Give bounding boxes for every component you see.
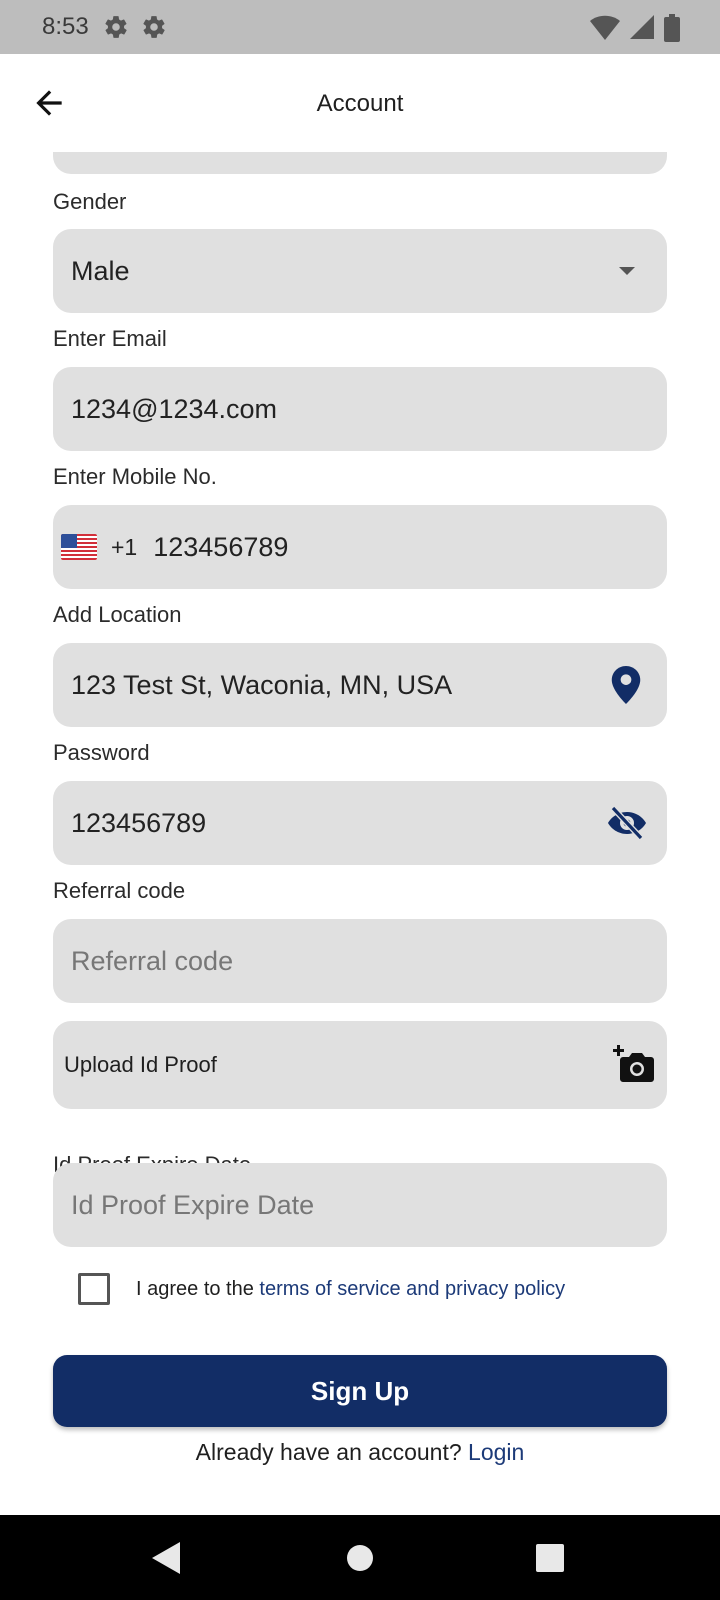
nav-back-button[interactable] [127, 1515, 207, 1600]
mobile-value: 123456789 [153, 531, 289, 562]
password-value: 123456789 [71, 807, 207, 838]
location-field[interactable]: 123 Test St, Waconia, MN, USA [53, 643, 667, 727]
signup-form[interactable]: Gender Male Enter Email 1234@1234.com En… [0, 152, 720, 1515]
terms-prefix: I agree to the [136, 1277, 260, 1300]
referral-label: Referral code [53, 878, 186, 903]
terms-row: I agree to the terms of service and priv… [78, 1273, 565, 1305]
signal-icon [630, 15, 654, 39]
location-label: Add Location [53, 602, 182, 627]
status-time: 8:53 [42, 13, 89, 40]
mobile-field[interactable]: +1 123456789 [53, 505, 667, 589]
previous-field[interactable] [53, 152, 667, 174]
gender-select[interactable]: Male [53, 229, 667, 313]
nav-recents-icon [536, 1543, 564, 1572]
dial-code[interactable]: +1 [111, 534, 137, 561]
email-field[interactable]: 1234@1234.com [53, 367, 667, 451]
email-label: Enter Email [53, 326, 167, 351]
login-link[interactable]: Login [468, 1439, 524, 1465]
login-prompt: Already have an account? [195, 1439, 469, 1465]
app-bar: Account [0, 54, 720, 152]
gender-label: Gender [53, 189, 127, 214]
gender-value: Male [71, 255, 130, 286]
referral-field[interactable]: Referral code [53, 919, 667, 1003]
nav-home-button[interactable] [320, 1515, 400, 1600]
email-value: 1234@1234.com [71, 393, 278, 424]
upload-id-proof[interactable]: Upload Id Proof [53, 1021, 667, 1109]
battery-icon [664, 14, 680, 42]
add-photo-icon[interactable] [613, 1045, 657, 1085]
referral-placeholder: Referral code [71, 945, 234, 976]
upload-id-label: Upload Id Proof [64, 1052, 217, 1077]
expire-date-field[interactable]: Id Proof Expire Date [53, 1163, 667, 1247]
wifi-icon [590, 15, 620, 40]
terms-link[interactable]: terms of service and privacy policy [259, 1278, 565, 1300]
expire-date-placeholder: Id Proof Expire Date [71, 1189, 315, 1220]
system-nav-bar [0, 1515, 720, 1600]
visibility-off-icon[interactable] [607, 806, 647, 840]
nav-home-icon [347, 1544, 373, 1571]
nav-back-icon [152, 1541, 180, 1574]
settings-icon [143, 16, 165, 38]
dropdown-arrow-icon[interactable] [615, 259, 639, 283]
status-bar: 8:53 [0, 0, 720, 54]
login-row: Already have an account? Login [0, 1439, 720, 1466]
password-field[interactable]: 123456789 [53, 781, 667, 865]
settings-icon [105, 16, 127, 38]
signup-button[interactable]: Sign Up [53, 1355, 667, 1427]
password-label: Password [53, 740, 150, 765]
mobile-label: Enter Mobile No. [53, 464, 217, 489]
terms-checkbox[interactable] [78, 1273, 110, 1305]
nav-recents-button[interactable] [510, 1515, 590, 1600]
terms-text: I agree to the terms of service and priv… [136, 1278, 565, 1301]
location-value: 123 Test St, Waconia, MN, USA [71, 669, 453, 700]
page-title: Account [316, 90, 404, 117]
us-flag-icon[interactable] [61, 534, 97, 560]
location-pin-icon[interactable] [611, 666, 641, 704]
